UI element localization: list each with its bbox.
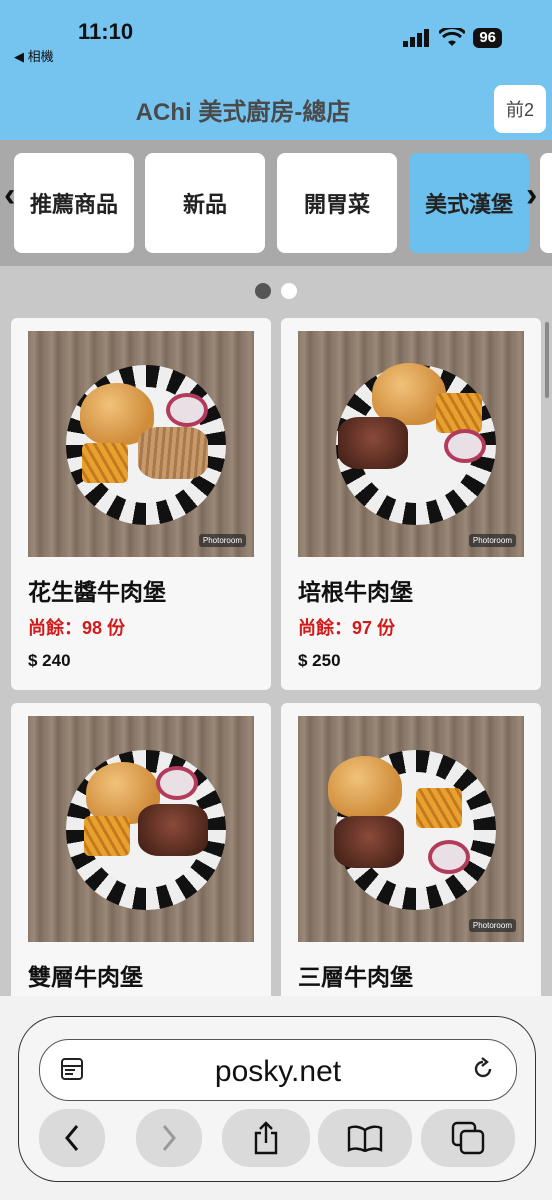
product-card[interactable]: Photoroom 培根牛肉堡 尚餘：97 份 $ 250: [281, 318, 541, 690]
forward-button[interactable]: [136, 1109, 202, 1167]
product-stock: 尚餘：98 份: [28, 618, 126, 638]
browser-shell: posky.net: [18, 1016, 536, 1182]
back-to-app-link[interactable]: ◀ 相機: [14, 46, 54, 65]
product-stock: 尚餘：97 份: [298, 618, 396, 638]
product-name: 花生醬牛肉堡: [28, 579, 166, 605]
carousel-dots: [0, 283, 552, 299]
product-card[interactable]: 雙層牛肉堡: [11, 703, 271, 1023]
address-bar[interactable]: posky.net: [39, 1039, 517, 1101]
category-label: 美式漢堡: [424, 192, 513, 217]
category-appetizer[interactable]: 開胃菜: [277, 153, 397, 253]
category-label: 推薦商品: [29, 192, 118, 217]
category-next-partial[interactable]: [540, 153, 552, 253]
browser-toolbar: posky.net: [0, 996, 552, 1200]
product-photo: [28, 716, 254, 942]
reload-icon[interactable]: [470, 1056, 496, 1082]
product-card[interactable]: Photoroom 花生醬牛肉堡 尚餘：98 份 $ 240: [11, 318, 271, 690]
photoroom-badge: Photoroom: [468, 534, 516, 547]
category-burger[interactable]: 美式漢堡: [409, 153, 529, 253]
product-name: 三層牛肉堡: [298, 964, 413, 990]
back-button[interactable]: [39, 1109, 105, 1167]
product-photo: Photoroom: [298, 716, 524, 942]
signal-icon: [403, 29, 430, 47]
chevron-left-icon: [65, 1125, 79, 1151]
product-photo: Photoroom: [28, 331, 254, 557]
tabs-icon: [451, 1121, 485, 1155]
product-price: $ 250: [298, 651, 341, 670]
product-price: $ 240: [28, 651, 71, 670]
page-scrollbar[interactable]: [545, 322, 549, 398]
book-icon: [347, 1125, 383, 1152]
photoroom-badge: Photoroom: [468, 919, 516, 932]
app-header: 11:10 ◀ 相機 96 AChi 美式廚房-總店 前2: [0, 0, 552, 140]
url-text: posky.net: [214, 1055, 342, 1088]
category-label: 開胃菜: [303, 192, 370, 217]
store-title: AChi 美式廚房-總店: [135, 99, 351, 126]
category-new[interactable]: 新品: [145, 153, 265, 253]
scroll-left-icon[interactable]: ‹: [4, 176, 15, 215]
battery-indicator: 96: [473, 28, 502, 48]
product-card[interactable]: Photoroom 三層牛肉堡: [281, 703, 541, 1023]
product-name: 培根牛肉堡: [298, 579, 413, 605]
category-label: 新品: [182, 192, 227, 217]
scroll-right-icon[interactable]: ›: [526, 176, 537, 215]
category-strip: 推薦商品 新品 開胃菜 美式漢堡 ‹ ›: [0, 140, 552, 266]
carousel-dot-1[interactable]: [255, 283, 271, 299]
product-name: 雙層牛肉堡: [28, 964, 143, 990]
status-time: 11:10: [78, 19, 134, 44]
photoroom-badge: Photoroom: [198, 534, 246, 547]
share-icon: [254, 1121, 278, 1155]
chevron-right-icon: [162, 1125, 176, 1151]
category-recommended[interactable]: 推薦商品: [14, 153, 134, 253]
product-photo: Photoroom: [298, 331, 524, 557]
tabs-button[interactable]: [421, 1109, 515, 1167]
status-icons: 96: [403, 28, 502, 48]
page-button[interactable]: 前2: [494, 85, 546, 133]
carousel-dot-2[interactable]: [281, 283, 297, 299]
share-button[interactable]: [222, 1109, 310, 1167]
bookmarks-button[interactable]: [318, 1109, 412, 1167]
wifi-icon: [439, 28, 466, 46]
